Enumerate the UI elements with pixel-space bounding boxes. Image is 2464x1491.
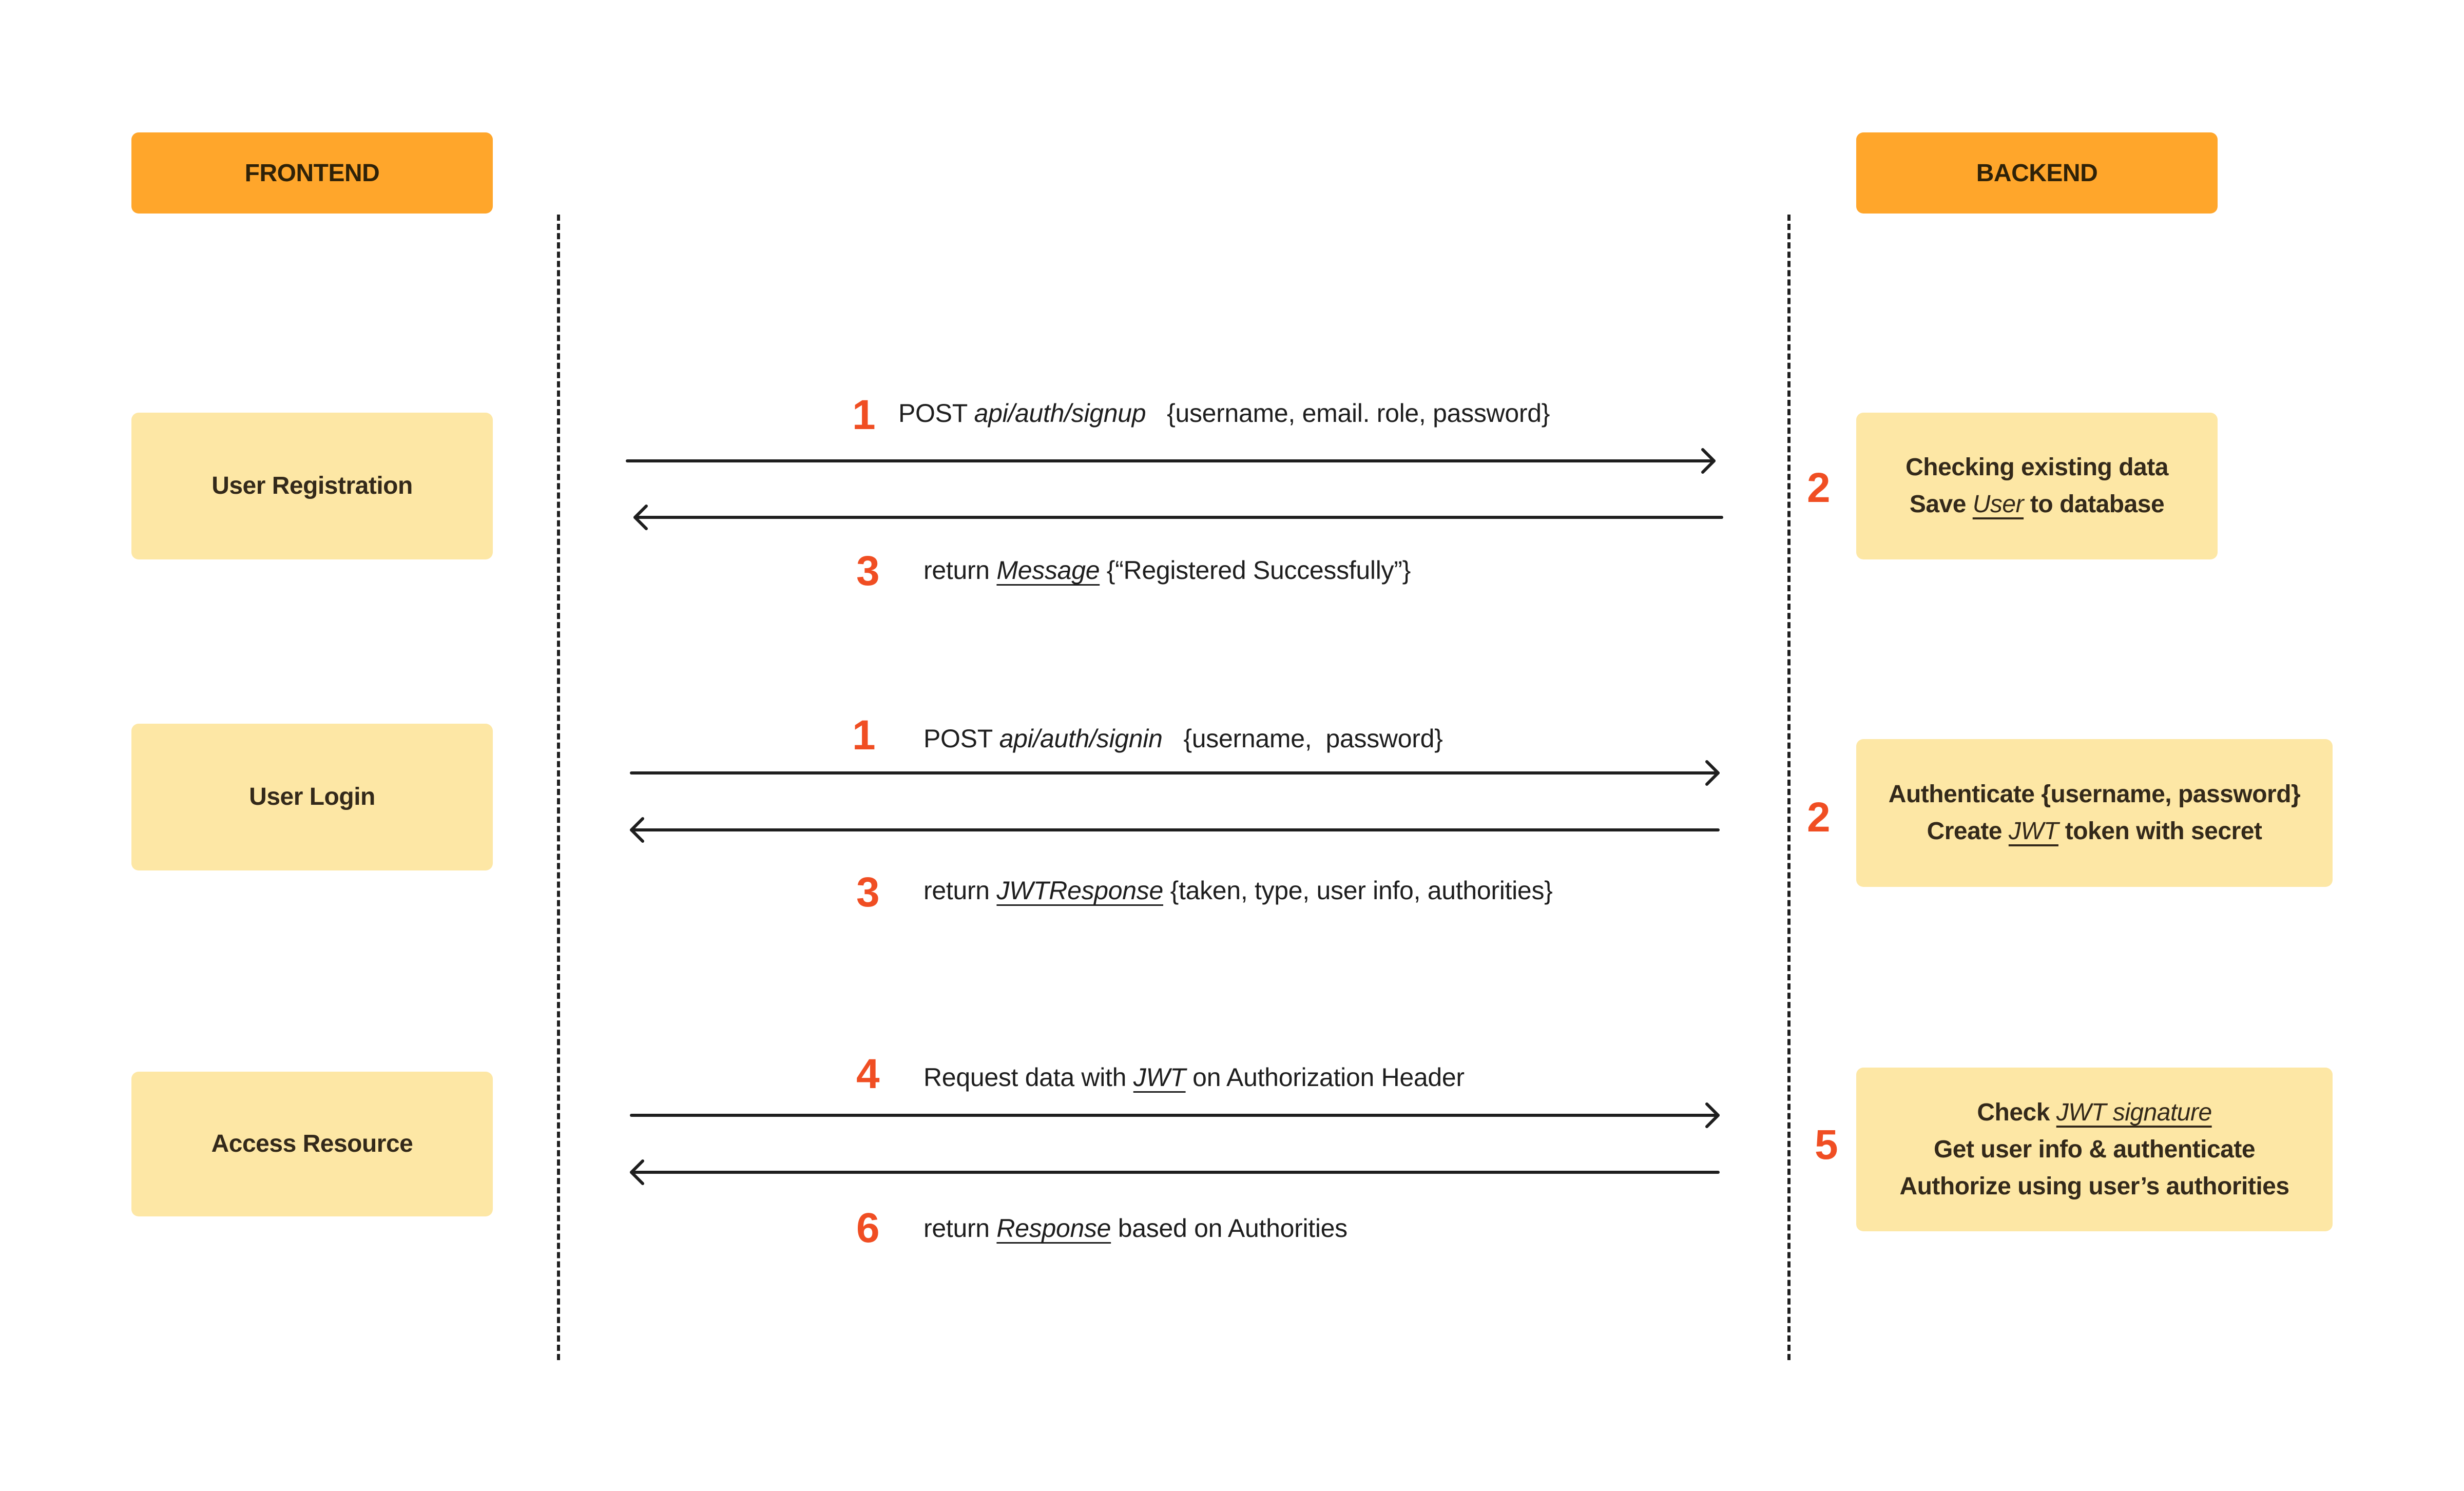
message-text: return <box>923 556 997 585</box>
step-number: 5 <box>1815 1121 1838 1168</box>
response-arrow-login <box>630 817 1720 843</box>
message-text: {“Registered Successfully”} <box>1100 556 1411 585</box>
step-number: 1 <box>852 712 876 759</box>
response-type: Message <box>996 556 1100 585</box>
message-text: on Authorization Header <box>1185 1063 1465 1092</box>
step-number: 3 <box>856 548 880 594</box>
step-number: 4 <box>856 1051 880 1097</box>
message-text: Request data with <box>923 1063 1133 1092</box>
message-text: return <box>923 1214 997 1243</box>
step-number: 3 <box>856 869 880 916</box>
message-text: {taken, type, user info, authorities} <box>1163 876 1553 905</box>
request-message-access: Request data with JWT on Authorization H… <box>923 1064 1465 1090</box>
endpoint-path: api/auth/signin <box>999 724 1163 753</box>
response-message-access: return Response based on Authorities <box>923 1215 1348 1241</box>
step-number: 2 <box>1807 794 1831 841</box>
step-number: 2 <box>1807 464 1831 511</box>
response-type: Response <box>996 1214 1111 1243</box>
request-message-login: POST api/auth/signin {username, password… <box>923 724 1443 753</box>
response-arrow-access <box>630 1159 1720 1185</box>
message-text: return <box>923 876 997 905</box>
step-number: 6 <box>856 1205 880 1251</box>
message-text: {username, email. role, password} <box>1146 399 1550 428</box>
response-type: JWTResponse <box>996 876 1164 905</box>
message-text: {username, password} <box>1162 724 1443 753</box>
message-text: based on Authorities <box>1111 1214 1348 1243</box>
step-number: 1 <box>852 392 876 438</box>
request-arrow-access <box>630 1102 1720 1128</box>
request-message-registration: POST api/auth/signup {username, email. r… <box>898 400 1550 426</box>
message-text: POST <box>898 399 974 428</box>
message-text: POST <box>923 724 999 753</box>
endpoint-path: api/auth/signup <box>974 399 1146 428</box>
response-arrow-registration <box>633 505 1723 530</box>
request-arrow-registration <box>626 448 1716 474</box>
response-message-registration: return Message {“Registered Successfully… <box>923 557 1411 583</box>
request-arrow-login <box>630 760 1720 786</box>
token-name: JWT <box>1133 1063 1186 1092</box>
response-message-login: return JWTResponse {taken, type, user in… <box>923 878 1553 903</box>
